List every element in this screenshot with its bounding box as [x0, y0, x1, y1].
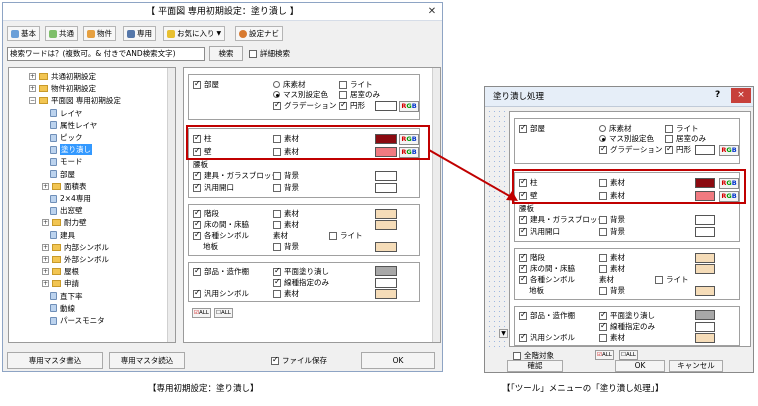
caption-right: 【「ツール」メニューの「塗り潰し処理」】	[502, 384, 664, 394]
caption-left: 【専用初期設定：塗り潰し】	[148, 384, 259, 394]
annotation-arrow	[428, 149, 518, 201]
arrow-line	[428, 149, 514, 199]
